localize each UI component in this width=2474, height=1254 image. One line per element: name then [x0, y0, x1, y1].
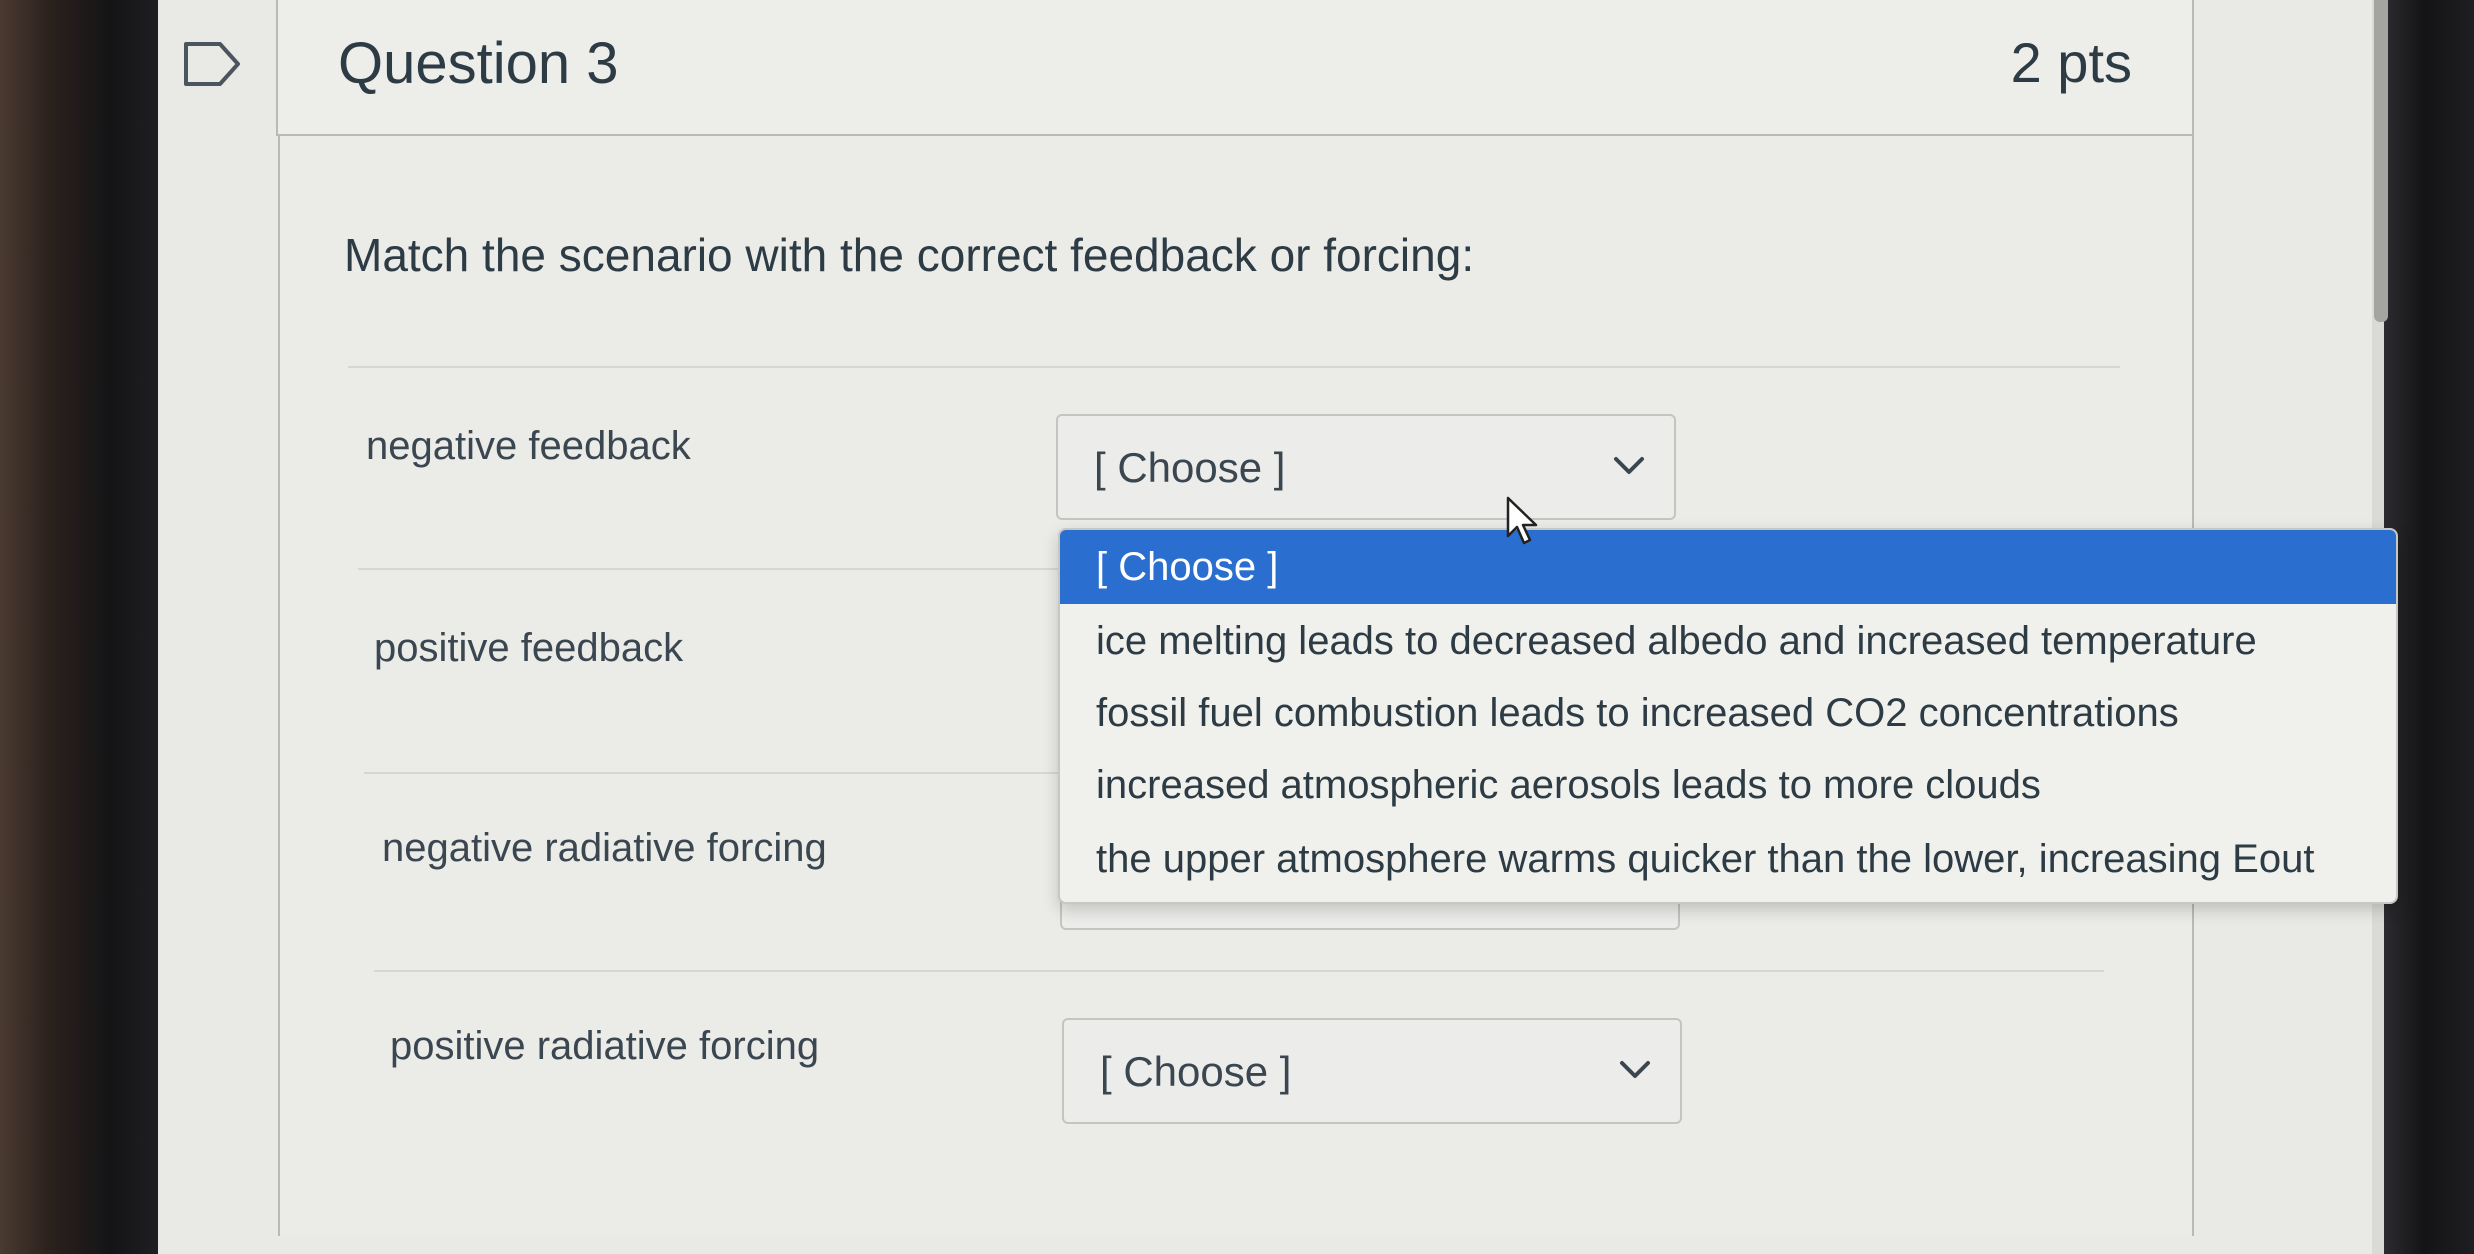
question-header: Question 3 2 pts: [276, 0, 2194, 136]
dropdown-option-choose[interactable]: [ Choose ]: [1060, 530, 2396, 604]
page-scrollbar-thumb[interactable]: [2374, 0, 2388, 322]
select-positive-radiative-forcing[interactable]: [ Choose ]: [1062, 1018, 1682, 1124]
select-value: [ Choose ]: [1100, 1048, 1292, 1095]
question-points: 2 pts: [2010, 31, 2132, 94]
select-value: [ Choose ]: [1094, 444, 1286, 491]
row-divider: [358, 568, 1058, 570]
row-divider: [374, 970, 2104, 972]
match-label-positive-radiative-forcing: positive radiative forcing: [390, 1024, 820, 1068]
chevron-down-icon: [1620, 1061, 1650, 1078]
chevron-down-icon: [1614, 457, 1644, 474]
dropdown-options-list[interactable]: [ Choose ] ice melting leads to decrease…: [1058, 528, 2398, 904]
question-prompt: Match the scenario with the correct feed…: [344, 229, 1475, 281]
mouse-pointer-icon: [1506, 496, 1538, 545]
match-label-negative-radiative-forcing: negative radiative forcing: [382, 826, 827, 870]
row-divider: [364, 772, 1058, 774]
dropdown-option-fossil-fuel[interactable]: fossil fuel combustion leads to increase…: [1060, 676, 2396, 750]
dropdown-option-aerosols[interactable]: increased atmospheric aerosols leads to …: [1060, 748, 2396, 822]
flag-outline-icon[interactable]: [182, 40, 242, 88]
device-bezel-left: [0, 0, 158, 1254]
match-label-positive-feedback: positive feedback: [374, 626, 684, 670]
dropdown-option-ice-melting[interactable]: ice melting leads to decreased albedo an…: [1060, 604, 2396, 678]
question-title: Question 3: [338, 31, 619, 96]
match-label-negative-feedback: negative feedback: [366, 424, 691, 468]
select-negative-feedback[interactable]: [ Choose ]: [1056, 414, 1676, 520]
dropdown-option-upper-atmosphere[interactable]: the upper atmosphere warms quicker than …: [1060, 822, 2396, 896]
row-divider: [348, 366, 2120, 368]
